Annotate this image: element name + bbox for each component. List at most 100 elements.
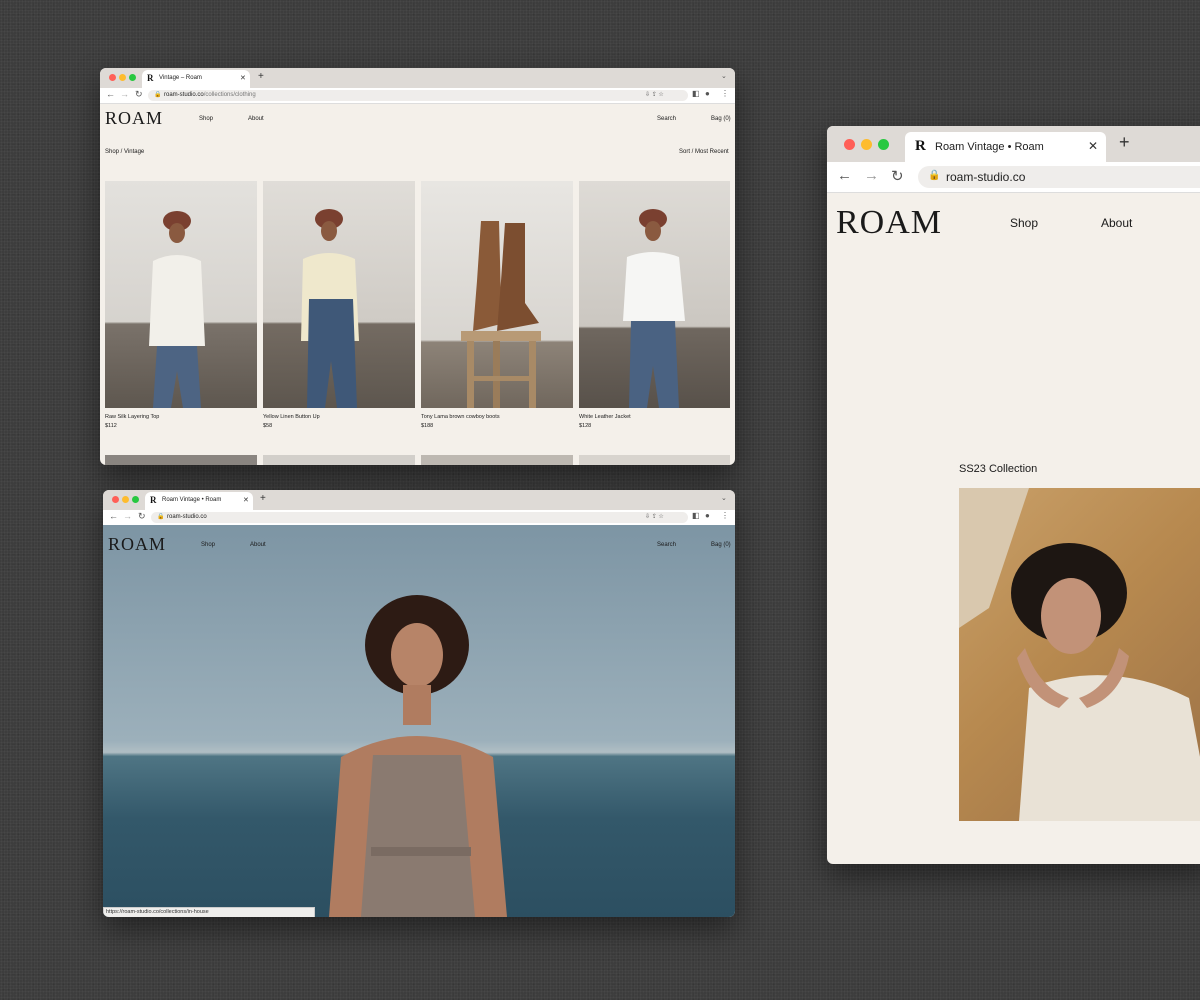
lock-icon: 🔒 xyxy=(157,514,165,520)
nav-search[interactable]: Search xyxy=(657,116,676,122)
sidebar-icon[interactable]: ◧ xyxy=(692,511,700,520)
minimize-window-button[interactable] xyxy=(122,496,129,503)
maximize-window-button[interactable] xyxy=(878,139,889,150)
forward-arrow-icon[interactable]: → xyxy=(123,511,132,521)
model-figure xyxy=(149,211,205,408)
tab-title: Roam Vintage • Roam xyxy=(935,141,1044,153)
product-image[interactable] xyxy=(421,181,573,408)
reload-icon[interactable]: ↻ xyxy=(138,511,146,522)
profile-icon[interactable]: ● xyxy=(705,511,710,520)
nav-search[interactable]: Search xyxy=(657,542,676,548)
url-field[interactable]: 🔒 roam-studio.co xyxy=(918,166,1200,188)
bookmark-star-icon[interactable]: ☆ xyxy=(658,91,663,98)
more-icon[interactable]: ⋮ xyxy=(721,511,729,520)
nav-bag[interactable]: Bag (0) xyxy=(711,116,731,122)
minimize-window-button[interactable] xyxy=(861,139,872,150)
back-arrow-icon[interactable]: ← xyxy=(837,167,852,184)
product-image[interactable] xyxy=(105,455,257,465)
sort-control[interactable]: Sort / Most Recent xyxy=(679,149,729,155)
plus-icon[interactable]: + xyxy=(260,493,266,504)
back-arrow-icon[interactable]: ← xyxy=(109,511,118,521)
product-image[interactable] xyxy=(579,455,730,465)
roam-logo[interactable]: ROAM xyxy=(105,108,163,129)
reload-icon[interactable]: ↻ xyxy=(135,89,143,100)
product-image[interactable] xyxy=(579,181,730,408)
browser-window-collection-feature: R Roam Vintage • Roam ✕ + ← → ↻ 🔒 roam-s… xyxy=(827,126,1200,864)
share-icon[interactable]: ⇪ xyxy=(652,91,657,98)
roam-favicon-icon: R xyxy=(915,138,926,154)
plus-icon[interactable]: + xyxy=(1119,132,1130,153)
sort-value: Most Recent xyxy=(695,149,729,155)
url-field[interactable]: 🔒 roam-studio.co/collections/clothing ⇩ … xyxy=(148,90,688,101)
back-arrow-icon[interactable]: ← xyxy=(106,89,115,99)
product-image[interactable] xyxy=(421,455,573,465)
model-figure xyxy=(301,209,359,408)
browser-tab[interactable]: R Roam Vintage • Roam ✕ xyxy=(145,492,253,510)
model-at-sea-figure xyxy=(329,595,507,917)
tab-bar: R Vintage – Roam ✕ + ⌄ xyxy=(100,68,735,88)
product-title[interactable]: Tony Lama brown cowboy boots xyxy=(421,414,500,420)
nav-about[interactable]: About xyxy=(1101,216,1132,230)
address-bar: ← → ↻ 🔒 roam-studio.co/collections/cloth… xyxy=(100,88,735,104)
download-icon[interactable]: ⇩ xyxy=(645,513,650,520)
reload-icon[interactable]: ↻ xyxy=(891,167,904,185)
address-bar: ← → ↻ 🔒 roam-studio.co ⇩ ⇪ ☆ ◧ ● ⋮ xyxy=(103,510,735,526)
close-icon[interactable]: ✕ xyxy=(240,74,246,82)
url-host: roam-studio.co xyxy=(946,170,1026,184)
product-image[interactable] xyxy=(105,181,257,408)
model-figure xyxy=(623,209,685,408)
tab-title: Roam Vintage • Roam xyxy=(162,497,222,503)
chevron-down-icon[interactable]: ⌄ xyxy=(721,494,727,502)
product-title[interactable]: Yellow Linen Button Up xyxy=(263,414,320,420)
share-icon[interactable]: ⇪ xyxy=(652,513,657,520)
hero-image[interactable] xyxy=(103,525,735,917)
browser-tab[interactable]: R Vintage – Roam ✕ xyxy=(142,70,250,88)
browser-window-collection: R Vintage – Roam ✕ + ⌄ ← → ↻ 🔒 roam-stud… xyxy=(100,68,735,465)
product-image[interactable] xyxy=(263,455,415,465)
nav-shop[interactable]: Shop xyxy=(201,542,215,548)
nav-shop[interactable]: Shop xyxy=(1010,216,1038,230)
product-price: $112 xyxy=(105,423,117,429)
close-window-button[interactable] xyxy=(109,74,116,81)
nav-about[interactable]: About xyxy=(250,542,266,548)
sidebar-icon[interactable]: ◧ xyxy=(692,89,700,98)
collection-feature-image[interactable] xyxy=(959,488,1200,821)
more-icon[interactable]: ⋮ xyxy=(721,89,729,98)
url-host: roam-studio.co xyxy=(164,92,204,98)
url-host: roam-studio.co xyxy=(167,514,207,520)
model-on-rocks-figure xyxy=(959,488,1200,821)
product-image[interactable] xyxy=(263,181,415,408)
tab-bar: R Roam Vintage • Roam ✕ + xyxy=(827,126,1200,162)
roam-logo[interactable]: ROAM xyxy=(108,534,166,555)
close-window-button[interactable] xyxy=(112,496,119,503)
minimize-window-button[interactable] xyxy=(119,74,126,81)
plus-icon[interactable]: + xyxy=(258,71,264,82)
product-price: $188 xyxy=(421,423,434,429)
nav-about[interactable]: About xyxy=(248,116,264,122)
maximize-window-button[interactable] xyxy=(129,74,136,81)
close-icon[interactable]: ✕ xyxy=(243,496,249,504)
nav-bag[interactable]: Bag (0) xyxy=(711,542,731,548)
breadcrumb[interactable]: Shop / Vintage xyxy=(105,149,144,155)
chevron-down-icon[interactable]: ⌄ xyxy=(721,72,727,80)
nav-shop[interactable]: Shop xyxy=(199,116,213,122)
roam-logo[interactable]: ROAM xyxy=(836,204,942,242)
download-icon[interactable]: ⇩ xyxy=(645,91,650,98)
browser-tab[interactable]: R Roam Vintage • Roam ✕ xyxy=(905,132,1106,162)
forward-arrow-icon[interactable]: → xyxy=(864,167,879,184)
product-price: $128 xyxy=(579,423,592,429)
sort-label: Sort / xyxy=(679,149,694,155)
close-icon[interactable]: ✕ xyxy=(1088,139,1098,153)
collection-label[interactable]: SS23 Collection xyxy=(959,463,1037,475)
close-window-button[interactable] xyxy=(844,139,855,150)
profile-icon[interactable]: ● xyxy=(705,89,710,98)
bookmark-star-icon[interactable]: ☆ xyxy=(658,513,663,520)
lock-icon: 🔒 xyxy=(928,170,941,181)
roam-favicon-icon: R xyxy=(147,73,154,83)
forward-arrow-icon[interactable]: → xyxy=(120,89,129,99)
product-title[interactable]: Raw Silk Layering Top xyxy=(105,414,159,420)
url-path: /collections/clothing xyxy=(203,92,256,98)
maximize-window-button[interactable] xyxy=(132,496,139,503)
product-title[interactable]: White Leather Jacket xyxy=(579,414,631,420)
url-field[interactable]: 🔒 roam-studio.co ⇩ ⇪ ☆ xyxy=(151,512,688,523)
